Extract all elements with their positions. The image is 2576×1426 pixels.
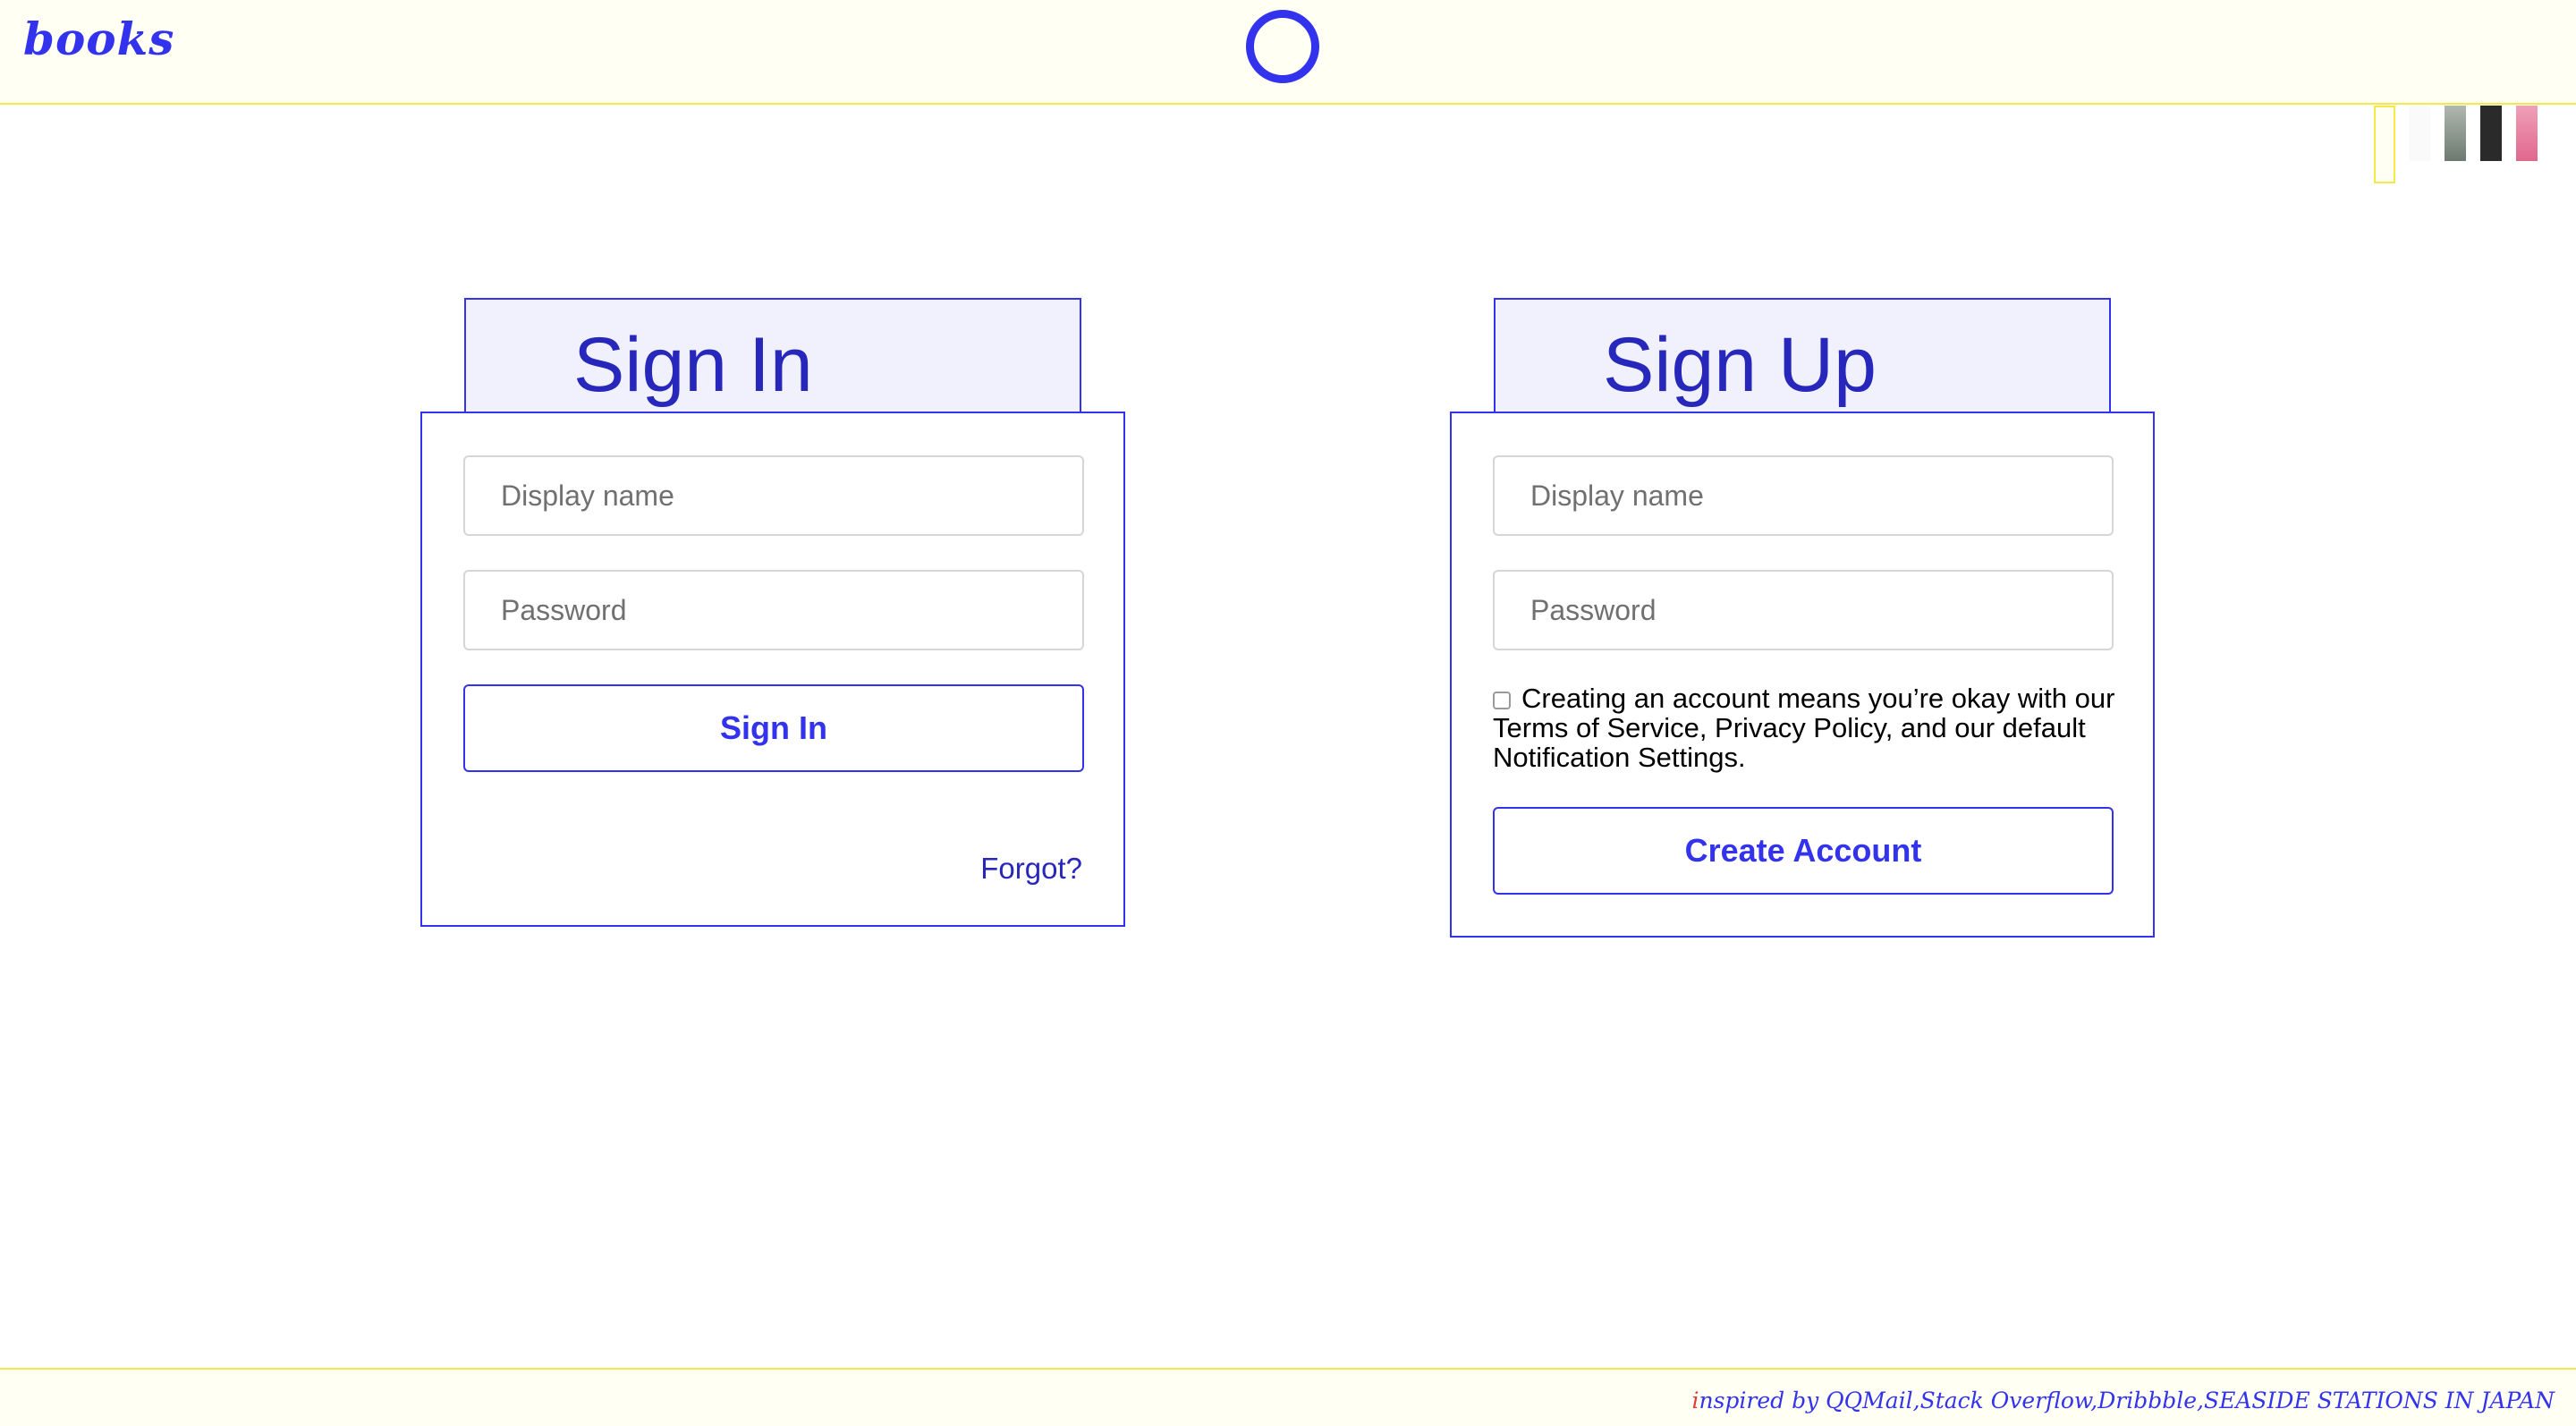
- terms-checkbox[interactable]: [1493, 692, 1511, 709]
- theme-swatch-yellow[interactable]: [2374, 106, 2395, 183]
- sign-in-button[interactable]: Sign In: [463, 684, 1084, 772]
- loading-ring-icon: [1246, 10, 1319, 83]
- theme-swatch-charcoal[interactable]: [2480, 106, 2502, 161]
- page-footer: inspired by QQMail,Stack Overflow,Dribbb…: [0, 1368, 2576, 1426]
- theme-swatch-white[interactable]: [2409, 106, 2430, 161]
- top-header: books: [0, 0, 2576, 105]
- footer-credits: inspired by QQMail,Stack Overflow,Dribbb…: [1691, 1388, 2555, 1413]
- sign-in-card: Sign In Forgot?: [420, 412, 1125, 927]
- theme-swatch-pink[interactable]: [2516, 106, 2538, 161]
- sign-up-title: Sign Up: [1603, 322, 1877, 408]
- footer-credits-text: nspired by QQMail,Stack Overflow,Dribbbl…: [1699, 1388, 2555, 1413]
- sign-up-tab: Sign Up: [1494, 298, 2111, 412]
- sign-up-password-input[interactable]: [1493, 570, 2114, 650]
- sign-in-password-input[interactable]: [463, 570, 1084, 650]
- sign-in-title: Sign In: [573, 322, 813, 408]
- forgot-password-link[interactable]: Forgot?: [980, 852, 1082, 886]
- create-account-button[interactable]: Create Account: [1493, 807, 2114, 895]
- site-logo[interactable]: books: [23, 13, 174, 65]
- sign-up-card: Creating an account means you’re okay wi…: [1450, 412, 2155, 938]
- terms-agreement: Creating an account means you’re okay wi…: [1493, 683, 2119, 772]
- sign-in-display-name-input[interactable]: [463, 455, 1084, 536]
- sign-up-display-name-input[interactable]: [1493, 455, 2114, 536]
- sign-in-tab: Sign In: [464, 298, 1081, 412]
- terms-text: Creating an account means you’re okay wi…: [1493, 683, 2115, 773]
- theme-swatch-gray[interactable]: [2445, 106, 2466, 161]
